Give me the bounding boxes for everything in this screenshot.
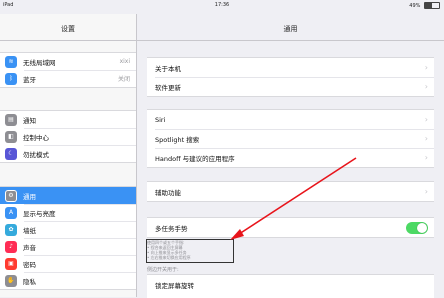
sidebar-item[interactable]: ⚙ 通用 <box>0 187 136 204</box>
row-handoff[interactable]: Handoff 与建议的应用程序 › <box>147 148 434 167</box>
chevron-right-icon: › <box>424 153 428 162</box>
row-accessibility[interactable]: 辅助功能 › <box>147 182 434 201</box>
multitask-toggle[interactable] <box>406 222 428 234</box>
sidebar-item-label: 密码 <box>23 260 36 269</box>
privacy-icon: ✋ <box>5 274 17 287</box>
control-center-icon: ◧ <box>5 130 17 143</box>
chevron-right-icon: › <box>424 63 428 72</box>
sound-icon: ♪ <box>5 240 17 253</box>
battery-indicator: 49% <box>409 2 440 9</box>
sidebar-item[interactable]: ✿ 墙纸 <box>0 221 136 238</box>
sidebar-title: 设置 <box>61 25 75 33</box>
chevron-right-icon: › <box>424 134 428 143</box>
about-group: 关于本机 › 软件更新 › <box>147 57 434 97</box>
row-spotlight[interactable]: Spotlight 搜索 › <box>147 129 434 148</box>
sidebar-item[interactable]: ▣ 密码 <box>0 255 136 272</box>
status-bar: iPad 17:36 49% <box>0 0 444 14</box>
row-about[interactable]: 关于本机 › <box>147 58 434 77</box>
side-switch-group: 锁定屏幕旋转 <box>147 274 434 298</box>
settings-sidebar: 设置 ≋ 无线局域网 xixi ᛒ 蓝牙 关闭 ▤ 通知 ◧ 控制中心 ☾ 勿扰模式 ⚙ 通用 A 显示与亮度… <box>0 14 137 297</box>
sidebar-item-value: xixi <box>119 58 130 65</box>
gear-icon: ⚙ <box>5 189 17 202</box>
sidebar-item-label: 通用 <box>23 192 36 201</box>
sidebar-item-label: 显示与亮度 <box>23 209 56 218</box>
passcode-icon: ▣ <box>5 257 17 270</box>
row-lock-rotation[interactable]: 锁定屏幕旋转 <box>147 275 434 294</box>
sidebar-group: ⚙ 通用 A 显示与亮度 ✿ 墙纸 ♪ 声音 ▣ 密码 ✋ 隐私 <box>0 186 136 290</box>
sidebar-item-label: 蓝牙 <box>23 75 36 84</box>
sidebar-item[interactable]: A 显示与亮度 <box>0 204 136 221</box>
sidebar-item-label: 无线局域网 <box>23 58 56 67</box>
sidebar-item-label: 通知 <box>23 116 36 125</box>
chevron-right-icon: › <box>424 115 428 124</box>
brightness-icon: A <box>5 206 17 219</box>
sidebar-item[interactable]: ▤ 通知 <box>0 111 136 128</box>
sidebar-item-label: 声音 <box>23 243 36 252</box>
chevron-right-icon: › <box>424 82 428 91</box>
wifi-icon: ≋ <box>5 55 17 68</box>
sidebar-item[interactable]: ᛒ 蓝牙 关闭 <box>0 70 136 87</box>
highlight-box <box>146 239 234 263</box>
multitask-group: 多任务手势 <box>147 217 434 238</box>
row-siri[interactable]: Siri › <box>147 110 434 129</box>
sidebar-item-label: 勿扰模式 <box>23 150 49 159</box>
page-title: 通用 <box>283 25 298 33</box>
moon-icon: ☾ <box>5 147 17 160</box>
clock: 17:36 <box>214 2 230 8</box>
row-multitask-gestures: 多任务手势 <box>147 218 434 237</box>
sidebar-item[interactable]: ☾ 勿扰模式 <box>0 145 136 162</box>
siri-group: Siri › Spotlight 搜索 › Handoff 与建议的应用程序 › <box>147 109 434 168</box>
general-panel: 通用 关于本机 › 软件更新 › Siri › Spotlight 搜索 › Hando… <box>137 14 444 298</box>
sidebar-item[interactable]: ≋ 无线局域网 xixi <box>0 53 136 70</box>
battery-icon <box>424 2 440 9</box>
accessibility-group: 辅助功能 › <box>147 181 434 202</box>
sidebar-item-value: 关闭 <box>117 76 130 83</box>
sidebar-item[interactable]: ◧ 控制中心 <box>0 128 136 145</box>
side-switch-label: 侧边开关用于: <box>147 267 179 273</box>
chevron-right-icon: › <box>424 187 428 196</box>
notification-icon: ▤ <box>5 113 17 126</box>
row-software-update[interactable]: 软件更新 › <box>147 77 434 96</box>
sidebar-group: ≋ 无线局域网 xixi ᛒ 蓝牙 关闭 <box>0 52 136 88</box>
wallpaper-icon: ✿ <box>5 223 17 236</box>
sidebar-item[interactable]: ✋ 隐私 <box>0 272 136 289</box>
sidebar-item-label: 墙纸 <box>23 226 36 235</box>
sidebar-group: ▤ 通知 ◧ 控制中心 ☾ 勿扰模式 <box>0 110 136 163</box>
bluetooth-icon: ᛒ <box>5 72 17 85</box>
toggle-knob <box>417 223 427 233</box>
sidebar-item[interactable]: ♪ 声音 <box>0 238 136 255</box>
battery-percent: 49% <box>409 3 421 9</box>
sidebar-item-label: 控制中心 <box>23 133 49 142</box>
sidebar-item-label: 隐私 <box>23 277 36 286</box>
